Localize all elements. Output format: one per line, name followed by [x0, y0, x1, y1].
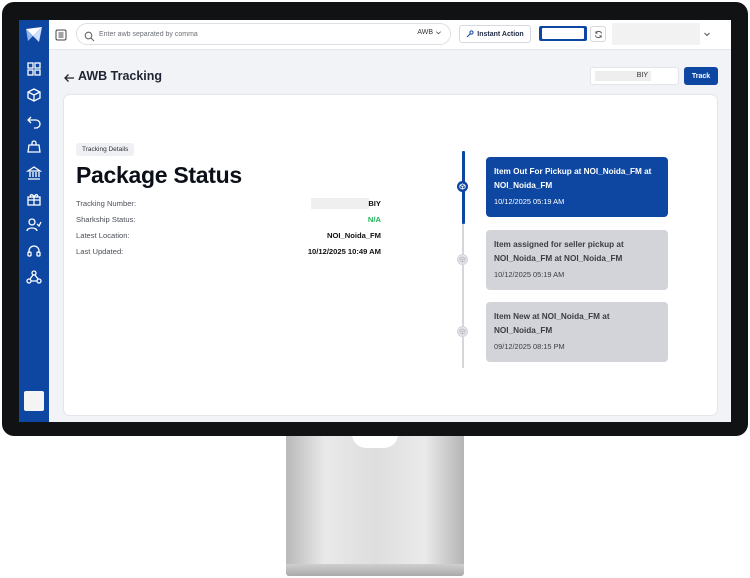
box-icon — [459, 328, 466, 335]
event-title: Item Out For Pickup at NOI_Noida_FM at N… — [494, 167, 652, 190]
event-time: 10/12/2025 05:19 AM — [494, 270, 565, 279]
track-button[interactable]: Track — [684, 67, 718, 85]
event-title: Item assigned for seller pickup at NOI_N… — [494, 240, 624, 263]
package-status-heading: Package Status — [76, 162, 242, 188]
monitor-stand — [286, 432, 464, 566]
instant-action-label: Instant Action — [477, 30, 524, 38]
timeline-dot-active — [457, 181, 468, 192]
monitor-stand-foot — [286, 564, 464, 576]
bag-icon[interactable] — [26, 139, 42, 155]
awb-search-box: AWB — [76, 23, 451, 45]
users-icon[interactable] — [26, 217, 42, 233]
timeline-event[interactable]: Item Out For Pickup at NOI_Noida_FM at N… — [486, 157, 668, 217]
timeline-event[interactable]: Item assigned for seller pickup at NOI_N… — [486, 230, 668, 290]
tracking-details-chip: Tracking Details — [76, 143, 135, 156]
search-type-value: AWB — [417, 29, 433, 36]
awb-search-input[interactable] — [99, 27, 389, 42]
timeline-dot — [457, 326, 468, 337]
headset-icon[interactable] — [26, 243, 42, 259]
event-time: 10/12/2025 05:19 AM — [494, 197, 565, 206]
refresh-icon — [594, 30, 602, 38]
top-header: AWB Instant Action — [49, 20, 731, 50]
detail-row-latest-location: Latest Location: NOI_Noida_FM — [76, 231, 381, 240]
search-icon — [84, 29, 95, 42]
status-value: N/A — [367, 215, 381, 224]
tracking-input-value: BIY — [636, 72, 648, 79]
sidebar — [19, 20, 49, 422]
event-title: Item New at NOI_Noida_FM at NOI_Noida_FM — [494, 312, 610, 335]
detail-row-last-updated: Last Updated: 10/12/2025 10:49 AM — [76, 247, 381, 256]
instant-action-button[interactable]: Instant Action — [459, 25, 531, 43]
search-type-select[interactable]: AWB — [417, 29, 442, 36]
box-icon — [459, 183, 466, 190]
detail-row-tracking-number: Tracking Number: BIY — [76, 198, 381, 209]
dashboard-icon[interactable] — [26, 61, 42, 77]
back-arrow-icon[interactable] — [63, 71, 75, 83]
timeline-line — [462, 224, 464, 368]
screen: AWB Instant Action AWB Tracking BIY Trac… — [19, 20, 731, 422]
bank-icon[interactable] — [25, 165, 43, 181]
gift-icon[interactable] — [26, 191, 42, 207]
timeline-dot — [457, 254, 468, 265]
webhook-icon[interactable] — [26, 269, 42, 285]
page-title: AWB Tracking — [78, 69, 163, 83]
account-selector[interactable] — [612, 23, 700, 45]
brand-logo-icon[interactable] — [24, 25, 44, 45]
redacted-value — [311, 198, 369, 209]
user-avatar[interactable] — [24, 391, 44, 411]
timeline-event[interactable]: Item New at NOI_Noida_FM at NOI_Noida_FM… — [486, 302, 668, 362]
chevron-down-icon — [436, 31, 441, 35]
highlight-button[interactable] — [539, 26, 587, 41]
detail-row-sharkship-status: Sharkship Status: N/A — [76, 215, 381, 224]
box-icon — [459, 256, 466, 263]
package-icon[interactable] — [26, 87, 42, 103]
wrench-icon — [466, 30, 474, 38]
package-status-card: Tracking Details Package Status Tracking… — [63, 94, 718, 416]
webcam — [374, 9, 380, 22]
menu-toggle-icon[interactable] — [55, 28, 67, 41]
tracking-number-input[interactable]: BIY — [590, 67, 679, 85]
event-time: 09/12/2025 08:15 PM — [494, 342, 565, 351]
chevron-down-icon[interactable] — [703, 30, 711, 38]
return-icon[interactable] — [26, 113, 42, 129]
refresh-button[interactable] — [590, 26, 606, 42]
monitor-stand-cutout — [352, 434, 398, 448]
